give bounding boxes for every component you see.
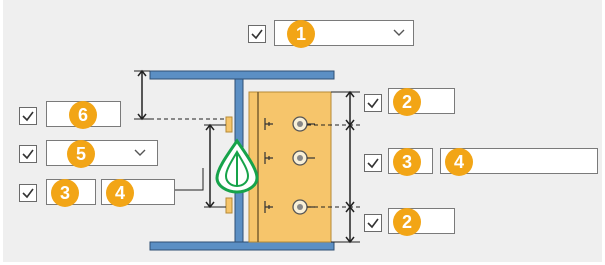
top-dropdown[interactable]: 1 (274, 20, 414, 48)
callout-badge: 2 (393, 208, 421, 236)
chevron-down-icon (134, 149, 146, 156)
bottom-flange (149, 241, 335, 251)
callout-badge: 4 (106, 179, 134, 207)
checkbox-checked-icon (367, 158, 379, 169)
checkbox-checked-icon (367, 98, 379, 109)
left-dropdown[interactable]: 5 (46, 140, 158, 168)
callout-badge: 6 (69, 101, 97, 129)
top-dropdown-checkbox[interactable] (248, 25, 266, 43)
checkbox-checked-icon (22, 149, 34, 160)
left-top-checkbox[interactable] (19, 107, 37, 125)
end-plate (248, 91, 332, 243)
callout-badge: 1 (287, 20, 315, 48)
checkbox-checked-icon (22, 111, 34, 122)
checkbox-checked-icon (367, 218, 379, 229)
right-bottom-field[interactable]: 2 (388, 208, 455, 236)
left-top-field[interactable]: 6 (46, 101, 121, 129)
right-mid-field-a[interactable]: 3 (388, 148, 433, 176)
left-bottom-field-b[interactable]: 4 (101, 179, 175, 207)
checkbox-checked-icon (22, 188, 34, 199)
callout-badge: 4 (445, 148, 473, 176)
right-top-checkbox[interactable] (364, 94, 382, 112)
callout-badge: 3 (51, 179, 79, 207)
callout-badge: 5 (67, 140, 95, 168)
checkbox-checked-icon (251, 29, 263, 40)
connection-settings-panel: 1 6 5 3 4 2 3 4 2 (3, 0, 602, 262)
top-flange (149, 70, 335, 80)
right-bottom-checkbox[interactable] (364, 214, 382, 232)
right-mid-field-b[interactable]: 4 (440, 148, 598, 176)
right-top-field[interactable]: 2 (388, 88, 455, 116)
callout-badge: 2 (393, 88, 421, 116)
right-mid-checkbox[interactable] (364, 154, 382, 172)
left-bottom-field-a[interactable]: 3 (46, 179, 96, 207)
chevron-down-icon (393, 29, 405, 36)
left-bottom-checkbox[interactable] (19, 184, 37, 202)
left-dropdown-checkbox[interactable] (19, 145, 37, 163)
callout-badge: 3 (393, 148, 421, 176)
